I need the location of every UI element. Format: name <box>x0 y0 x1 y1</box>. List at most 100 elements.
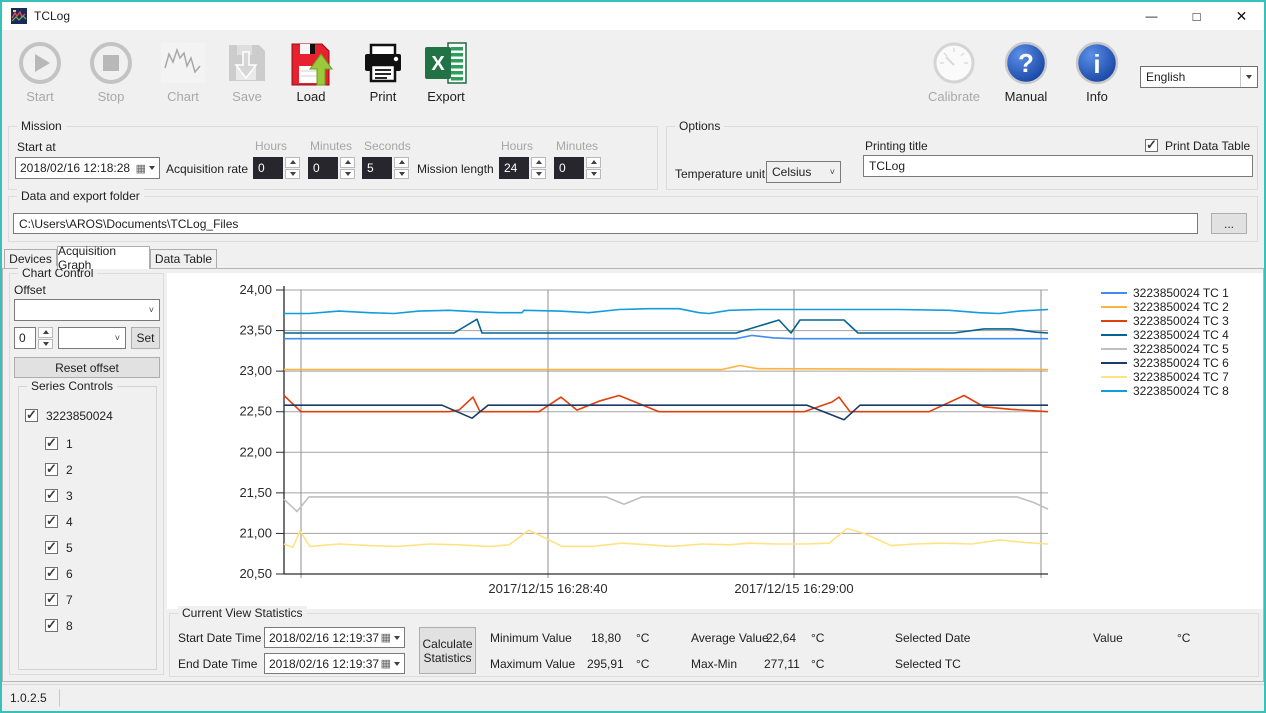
toolbar-button-calibrate[interactable]: Calibrate <box>922 40 986 104</box>
tab-acquisition-graph[interactable]: Acquisition Graph <box>57 246 150 269</box>
minimize-button[interactable]: — <box>1129 2 1174 30</box>
mission-start-datetime[interactable]: 2018/02/16 12:18:28 ▦ <box>15 157 160 179</box>
legend-swatch <box>1101 376 1127 378</box>
chart-control-group: Chart Control Offset ˅ 0 ˅ Set Reset off… <box>9 273 164 675</box>
legend-swatch <box>1101 292 1127 294</box>
svg-text:23,50: 23,50 <box>239 323 272 338</box>
legend-swatch <box>1101 348 1127 350</box>
status-bar: 1.0.2.5 <box>2 684 1264 711</box>
toolbar-button-export[interactable]: X Export <box>414 40 478 104</box>
legend-item: 3223850024 TC 3 <box>1101 314 1229 328</box>
stop-icon <box>88 40 134 86</box>
reset-offset-button[interactable]: Reset offset <box>14 357 160 378</box>
window-title: TCLog <box>34 9 70 23</box>
start-icon <box>17 40 63 86</box>
tab-data-table[interactable]: Data Table <box>150 249 217 268</box>
spin-up-icon[interactable] <box>531 157 546 168</box>
spin-up-icon[interactable] <box>285 157 300 168</box>
toolbar-button-info[interactable]: i Info <box>1065 40 1129 104</box>
manual-help-icon: ? <box>1003 40 1049 86</box>
svg-text:22,00: 22,00 <box>239 444 272 459</box>
toolbar-button-manual[interactable]: ? Manual <box>994 40 1058 104</box>
svg-text:21,00: 21,00 <box>239 525 272 540</box>
acq-hours-spinner[interactable]: 0 <box>253 157 300 179</box>
channel-8-checkbox[interactable] <box>45 619 58 632</box>
mission-group: Mission Start at 2018/02/16 12:18:28 ▦ A… <box>8 126 658 190</box>
spin-down-icon[interactable] <box>394 169 409 180</box>
spin-up-icon[interactable] <box>38 327 53 338</box>
spin-down-icon[interactable] <box>586 169 601 180</box>
tab-page-acquisition-graph: Chart Control Offset ˅ 0 ˅ Set Reset off… <box>2 268 1264 682</box>
offset-unit-select[interactable]: ˅ <box>58 327 126 349</box>
toolbar: Start Stop Chart Save <box>2 30 1264 120</box>
avg-value: 22,64 <box>766 631 796 645</box>
svg-text:20,50: 20,50 <box>239 566 272 581</box>
printing-title-input[interactable]: TCLog <box>863 155 1253 177</box>
channel-3-checkbox[interactable] <box>45 489 58 502</box>
calculate-statistics-button[interactable]: Calculate Statistics <box>419 627 476 674</box>
svg-text:23,00: 23,00 <box>239 363 272 378</box>
spin-up-icon[interactable] <box>586 157 601 168</box>
language-select[interactable]: English <box>1140 66 1258 88</box>
close-button[interactable]: ✕ <box>1219 2 1264 30</box>
load-icon <box>288 40 334 86</box>
length-hours-spinner[interactable]: 24 <box>499 157 546 179</box>
svg-text:?: ? <box>1018 48 1034 78</box>
channel-2-checkbox[interactable] <box>45 463 58 476</box>
chart-canvas[interactable]: 20,5021,0021,5022,0022,5023,0023,5024,00… <box>167 273 1263 609</box>
titlebar: TCLog — □ ✕ <box>2 2 1264 30</box>
toolbar-button-chart[interactable]: Chart <box>151 40 215 104</box>
export-excel-icon: X <box>423 40 469 86</box>
legend-swatch <box>1101 334 1127 336</box>
toolbar-button-start[interactable]: Start <box>8 40 72 104</box>
stats-end-datetime[interactable]: 2018/02/16 12:19:37 ▦ <box>264 653 405 674</box>
spin-down-icon[interactable] <box>531 169 546 180</box>
acq-seconds-spinner[interactable]: 5 <box>362 157 409 179</box>
svg-text:24,00: 24,00 <box>239 282 272 297</box>
toolbar-button-stop[interactable]: Stop <box>79 40 143 104</box>
length-minutes-spinner[interactable]: 0 <box>554 157 601 179</box>
save-icon <box>224 40 270 86</box>
channel-1-checkbox[interactable] <box>45 437 58 450</box>
toolbar-button-print[interactable]: Print <box>351 40 415 104</box>
legend-item: 3223850024 TC 2 <box>1101 300 1229 314</box>
browse-folder-button[interactable]: ... <box>1211 213 1247 234</box>
print-data-table-checkbox[interactable] <box>1145 139 1158 152</box>
maximize-button[interactable]: □ <box>1174 2 1219 30</box>
folder-path-input[interactable]: C:\Users\AROS\Documents\TCLog_Files <box>13 213 1198 234</box>
acq-minutes-spinner[interactable]: 0 <box>308 157 355 179</box>
channel-4-checkbox[interactable] <box>45 515 58 528</box>
spin-up-icon[interactable] <box>340 157 355 168</box>
offset-select[interactable]: ˅ <box>14 299 160 321</box>
chart-legend: 3223850024 TC 1 3223850024 TC 2 32238500… <box>1101 286 1229 398</box>
temperature-unit-select[interactable]: Celsius ˅ <box>766 161 841 183</box>
channel-5-checkbox[interactable] <box>45 541 58 554</box>
chevron-down-icon <box>394 662 400 666</box>
legend-swatch <box>1101 306 1127 308</box>
stats-start-datetime[interactable]: 2018/02/16 12:19:37 ▦ <box>264 627 405 648</box>
toolbar-button-load[interactable]: Load <box>279 40 343 104</box>
device-checkbox[interactable] <box>25 409 38 422</box>
legend-item: 3223850024 TC 1 <box>1101 286 1229 300</box>
spin-down-icon[interactable] <box>285 169 300 180</box>
spin-down-icon[interactable] <box>340 169 355 180</box>
channel-7-checkbox[interactable] <box>45 593 58 606</box>
chevron-down-icon: ˅ <box>115 333 120 343</box>
chart-icon <box>160 40 206 86</box>
calendar-icon: ▦ <box>136 162 146 175</box>
svg-text:2017/12/15 16:28:40: 2017/12/15 16:28:40 <box>488 581 607 596</box>
chevron-down-icon <box>149 166 155 170</box>
toolbar-button-save[interactable]: Save <box>215 40 279 104</box>
app-icon <box>11 8 27 24</box>
offset-value-spinner[interactable]: 0 <box>14 327 53 349</box>
set-offset-button[interactable]: Set <box>131 327 160 349</box>
max-value: 295,91 <box>587 657 624 671</box>
channel-6-checkbox[interactable] <box>45 567 58 580</box>
status-divider <box>59 689 60 707</box>
chart-plot[interactable]: 20,5021,0021,5022,0022,5023,0023,5024,00… <box>167 273 1092 609</box>
spin-up-icon[interactable] <box>394 157 409 168</box>
spin-down-icon[interactable] <box>38 339 53 350</box>
legend-swatch <box>1101 390 1127 392</box>
legend-item: 3223850024 TC 8 <box>1101 384 1229 398</box>
calendar-icon: ▦ <box>381 657 391 670</box>
